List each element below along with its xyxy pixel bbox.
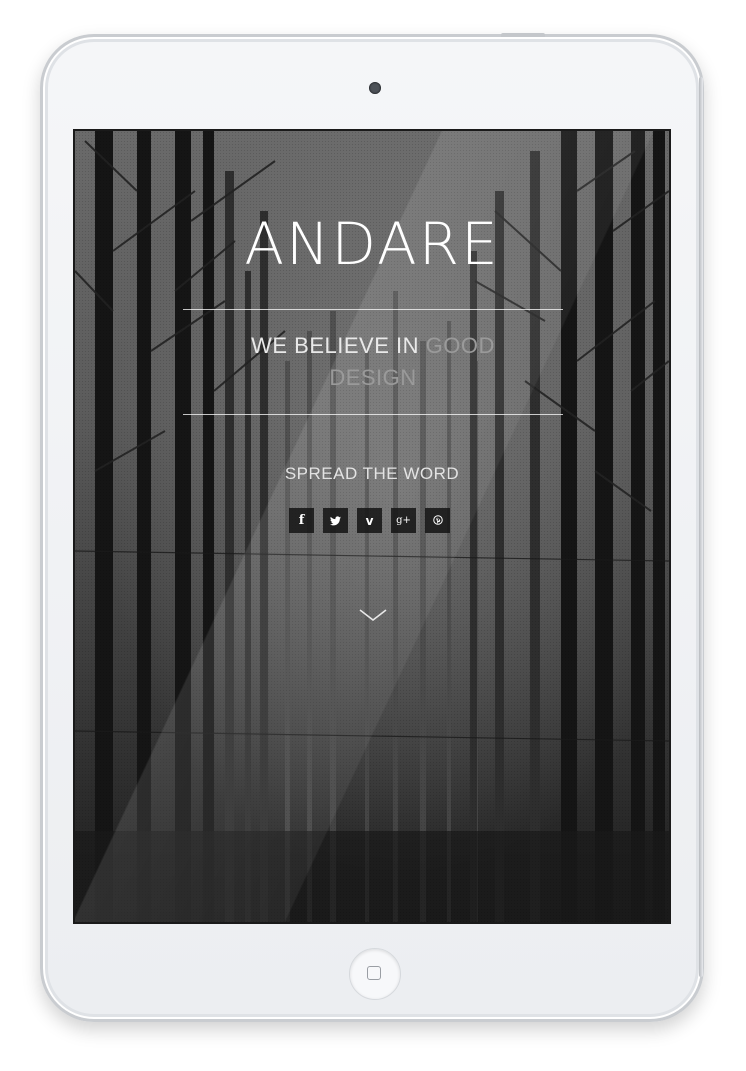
spread-the-word-heading: SPREAD THE WORD xyxy=(284,464,460,483)
pinterest-icon xyxy=(432,515,443,525)
tagline: WE BELIEVE IN GOOD DESIGN xyxy=(183,330,563,394)
google-plus-icon: g+ xyxy=(396,515,411,526)
tagline-main: WE BELIEVE IN xyxy=(251,333,426,358)
vimeo-icon: v xyxy=(365,513,374,528)
screen: ANDARE WE BELIEVE IN GOOD DESIGN SPREAD … xyxy=(73,129,671,924)
twitter-icon xyxy=(330,515,341,525)
pinterest-button[interactable] xyxy=(425,508,450,533)
brand-title: ANDARE xyxy=(244,210,500,278)
facebook-button[interactable]: f xyxy=(289,508,314,533)
social-links: f v g+ xyxy=(289,508,450,534)
divider-top xyxy=(183,309,563,310)
google-plus-button[interactable]: g+ xyxy=(391,508,416,533)
facebook-icon: f xyxy=(298,513,305,528)
power-button xyxy=(501,33,545,37)
tagline-accent-design: DESIGN xyxy=(329,365,417,390)
divider-bottom xyxy=(183,414,563,415)
vimeo-button[interactable]: v xyxy=(357,508,382,533)
tagline-accent-good: GOOD xyxy=(425,333,495,358)
camera-icon xyxy=(369,82,381,94)
stage: ANDARE WE BELIEVE IN GOOD DESIGN SPREAD … xyxy=(0,0,746,1071)
home-button[interactable] xyxy=(349,948,401,1000)
device-edge xyxy=(699,77,703,977)
home-square-icon xyxy=(367,966,381,980)
chevron-down-icon[interactable] xyxy=(358,607,388,623)
twitter-button[interactable] xyxy=(323,508,348,533)
